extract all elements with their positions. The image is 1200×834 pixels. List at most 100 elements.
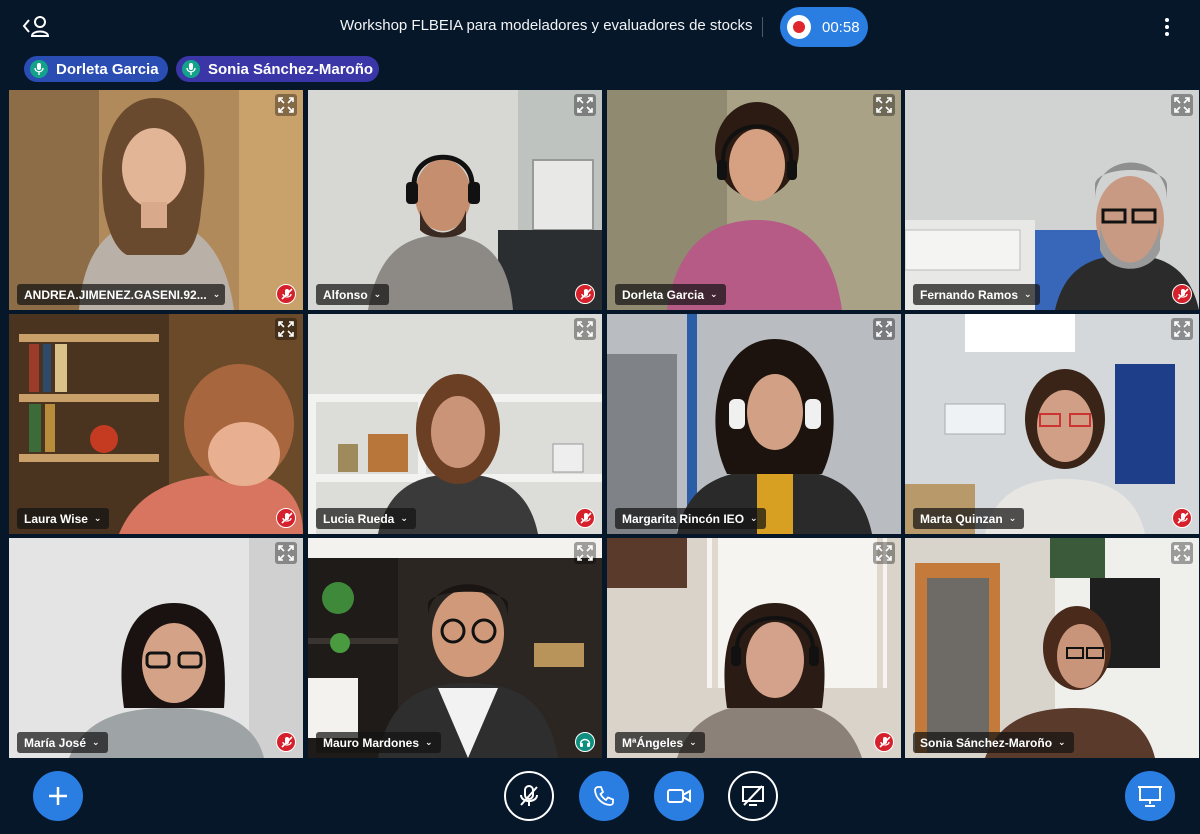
webcam-image <box>308 538 602 758</box>
phone-icon <box>594 786 614 806</box>
expand-button[interactable] <box>574 94 596 116</box>
chevron-down-icon: ⌄ <box>93 513 102 523</box>
share-webcam-button[interactable] <box>654 771 704 821</box>
video-tile[interactable]: Fernando Ramos ⌄ <box>905 90 1199 310</box>
meeting-title: Workshop FLBEIA para modeladores y evalu… <box>340 17 753 34</box>
expand-button[interactable] <box>574 318 596 340</box>
video-tile[interactable]: Mauro Mardones ⌄ <box>308 538 602 758</box>
microphone-muted-icon <box>575 284 595 304</box>
chevron-down-icon: ⌄ <box>710 289 718 299</box>
chevron-down-icon: ⌄ <box>400 513 408 523</box>
microphone-muted-icon <box>276 508 296 528</box>
fullscreen-icon <box>1174 321 1190 337</box>
user-list-toggle[interactable] <box>20 12 54 40</box>
participant-name: Marta Quinzan <box>920 511 1003 526</box>
screenshare-off-icon <box>742 785 764 806</box>
fullscreen-icon <box>577 97 593 113</box>
participant-name-tag[interactable]: ANDREA.JIMENEZ.GASENI.92... ⌄ <box>17 284 225 305</box>
recording-button[interactable]: 00:58 <box>780 7 868 47</box>
talking-name: Sonia Sánchez-Maroño <box>208 60 374 78</box>
webcam-image <box>905 314 1199 534</box>
participant-name: MªÁngeles <box>622 735 684 750</box>
chevron-down-icon: ⌄ <box>373 289 382 299</box>
expand-button[interactable] <box>275 94 297 116</box>
user-list-icon <box>22 16 50 37</box>
fullscreen-icon <box>577 545 593 561</box>
participant-name: Margarita Rincón IEO <box>622 511 745 526</box>
chevron-down-icon: ⌄ <box>1058 737 1066 747</box>
record-icon <box>787 15 811 39</box>
bottom-control-bar <box>0 758 1200 834</box>
video-camera-icon <box>667 789 691 803</box>
options-menu-button[interactable] <box>1156 14 1178 40</box>
participant-name-tag[interactable]: Margarita Rincón IEO ⌄ <box>615 508 766 529</box>
video-tile[interactable]: María José ⌄ <box>9 538 303 758</box>
microphone-muted-icon <box>874 732 894 752</box>
plus-icon <box>49 787 67 805</box>
participant-name: María José <box>24 735 87 750</box>
headphones-icon <box>575 732 595 752</box>
participant-name-tag[interactable]: Fernando Ramos ⌄ <box>913 284 1040 305</box>
expand-button[interactable] <box>1171 318 1193 340</box>
expand-button[interactable] <box>275 318 297 340</box>
fullscreen-icon <box>1174 545 1190 561</box>
fullscreen-icon <box>876 321 892 337</box>
expand-button[interactable] <box>275 542 297 564</box>
chevron-down-icon: ⌄ <box>212 289 221 299</box>
video-tile[interactable]: Lucia Rueda ⌄ <box>308 314 602 534</box>
expand-button[interactable] <box>873 94 895 116</box>
microphone-muted-icon <box>1172 508 1192 528</box>
talking-indicator[interactable]: Dorleta Garcia <box>24 56 168 82</box>
fullscreen-icon <box>278 545 294 561</box>
microphone-muted-icon <box>276 732 296 752</box>
webcam-image <box>607 90 901 310</box>
participant-name-tag[interactable]: Lucia Rueda ⌄ <box>316 508 416 529</box>
presentation-button[interactable] <box>1125 771 1175 821</box>
video-grid: ANDREA.JIMENEZ.GASENI.92... ⌄ Alfonso ⌄ <box>9 90 1199 758</box>
participant-name-tag[interactable]: María José ⌄ <box>17 732 108 753</box>
expand-button[interactable] <box>574 542 596 564</box>
chevron-down-icon: ⌄ <box>689 737 697 747</box>
video-tile[interactable]: ANDREA.JIMENEZ.GASENI.92... ⌄ <box>9 90 303 310</box>
expand-button[interactable] <box>1171 542 1193 564</box>
top-bar: Workshop FLBEIA para modeladores y evalu… <box>0 0 1200 54</box>
video-tile[interactable]: Margarita Rincón IEO ⌄ <box>607 314 901 534</box>
webcam-image <box>905 90 1199 310</box>
fullscreen-icon <box>1174 97 1190 113</box>
fullscreen-icon <box>876 545 892 561</box>
participant-name-tag[interactable]: MªÁngeles ⌄ <box>615 732 705 753</box>
talking-name: Dorleta Garcia <box>56 60 159 78</box>
talking-indicator[interactable]: Sonia Sánchez-Maroño <box>176 56 379 82</box>
mute-button[interactable] <box>504 771 554 821</box>
participant-name-tag[interactable]: Laura Wise ⌄ <box>17 508 110 529</box>
video-tile[interactable]: Marta Quinzan ⌄ <box>905 314 1199 534</box>
participant-name-tag[interactable]: Alfonso ⌄ <box>316 284 390 305</box>
microphone-muted-icon <box>575 508 595 528</box>
microphone-icon <box>30 60 48 78</box>
expand-button[interactable] <box>873 542 895 564</box>
video-tile[interactable]: Alfonso ⌄ <box>308 90 602 310</box>
video-tile[interactable]: Sonia Sánchez-Maroño ⌄ <box>905 538 1199 758</box>
webcam-image <box>9 90 303 310</box>
expand-button[interactable] <box>873 318 895 340</box>
expand-button[interactable] <box>1171 94 1193 116</box>
title-divider <box>762 17 763 37</box>
chevron-down-icon: ⌄ <box>1024 289 1032 299</box>
participant-name: Lucia Rueda <box>323 511 395 526</box>
participant-name-tag[interactable]: Sonia Sánchez-Maroño ⌄ <box>913 732 1074 753</box>
video-tile[interactable]: Dorleta Garcia ⌄ <box>607 90 901 310</box>
webcam-image <box>9 538 303 758</box>
microphone-off-icon <box>520 785 538 806</box>
actions-button[interactable] <box>33 771 83 821</box>
participant-name: Alfonso <box>323 287 368 302</box>
video-tile[interactable]: Laura Wise ⌄ <box>9 314 303 534</box>
participant-name-tag[interactable]: Mauro Mardones ⌄ <box>316 732 441 753</box>
participant-name-tag[interactable]: Dorleta Garcia ⌄ <box>615 284 726 305</box>
participant-name-tag[interactable]: Marta Quinzan ⌄ <box>913 508 1025 529</box>
microphone-icon <box>182 60 200 78</box>
microphone-muted-icon <box>276 284 296 304</box>
video-tile[interactable]: MªÁngeles ⌄ <box>607 538 901 758</box>
leave-audio-button[interactable] <box>579 771 629 821</box>
share-screen-button[interactable] <box>728 771 778 821</box>
presentation-icon <box>1138 786 1162 807</box>
